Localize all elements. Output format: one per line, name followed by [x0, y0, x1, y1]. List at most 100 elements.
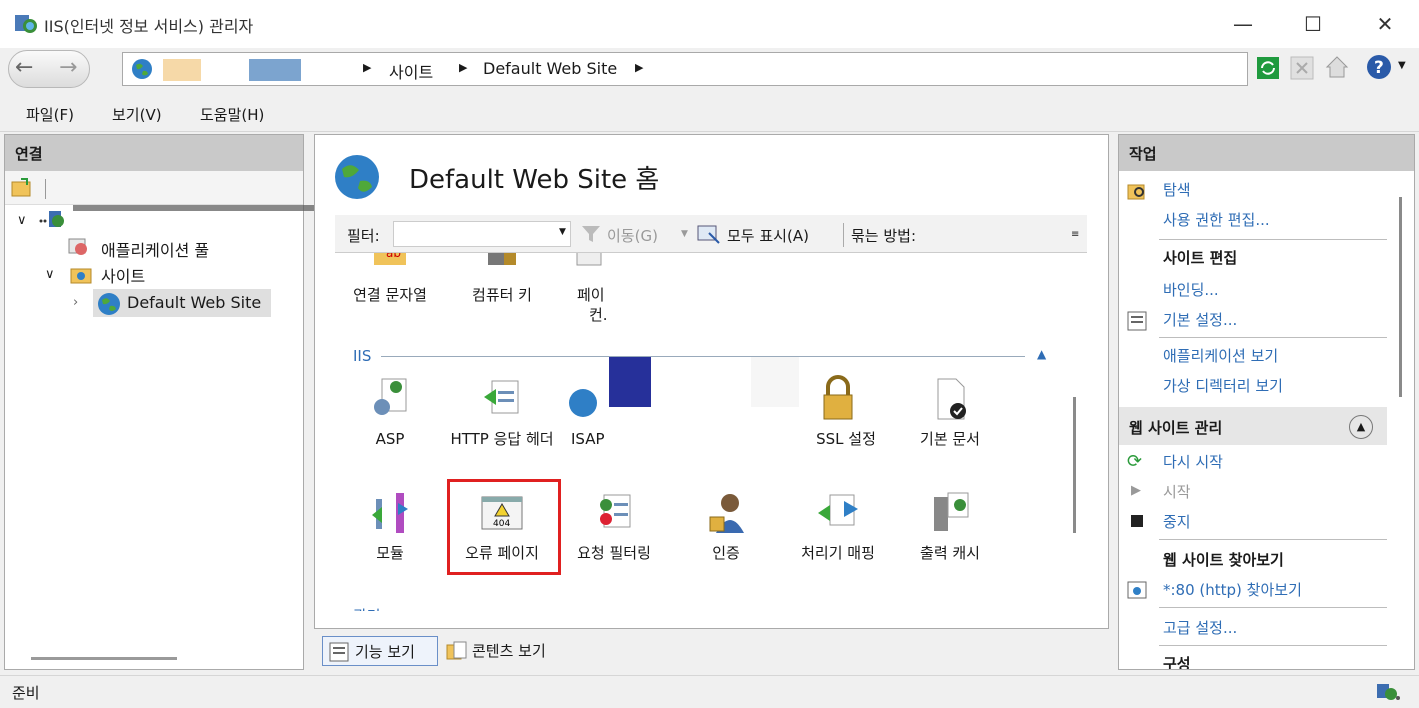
feature-asp[interactable]: ASP	[335, 375, 445, 449]
explore-icon	[1127, 181, 1147, 201]
action-stop[interactable]: 중지	[1163, 511, 1191, 532]
menu-view[interactable]: 보기(V)	[112, 104, 162, 125]
section-edit-site: 사이트 편집	[1163, 249, 1238, 267]
page-controls-icon	[565, 253, 613, 279]
breadcrumb-arrow-icon[interactable]: ▶	[459, 61, 467, 74]
feature-error-pages[interactable]: 404 오류 페이지	[447, 489, 557, 563]
connect-icon[interactable]	[11, 177, 33, 197]
maximize-icon[interactable]: ☐	[1290, 8, 1336, 40]
feature-label: 출력 캐시	[920, 544, 980, 562]
expand-chevron-icon[interactable]: ∨	[45, 267, 55, 282]
action-bindings[interactable]: 바인딩...	[1163, 279, 1219, 300]
back-arrow-icon[interactable]: ←	[15, 55, 45, 83]
close-icon[interactable]: ✕	[1362, 8, 1408, 40]
tree-item-default-site-selected[interactable]: Default Web Site	[93, 289, 271, 317]
feature-authentication[interactable]: 인증	[671, 489, 781, 563]
modules-icon	[366, 489, 414, 537]
vertical-scrollbar[interactable]	[1073, 397, 1076, 533]
menu-bar: 파일(F) 보기(V) 도움말(H)	[0, 94, 1419, 132]
refresh-icon[interactable]	[1256, 56, 1280, 80]
menu-help[interactable]: 도움말(H)	[200, 104, 264, 125]
action-view-applications[interactable]: 애플리케이션 보기	[1163, 345, 1278, 366]
feature-label: 기본 문서	[920, 430, 980, 448]
action-advanced-settings[interactable]: 고급 설정...	[1163, 617, 1237, 638]
collapse-section-icon[interactable]: ▲	[1349, 415, 1373, 439]
action-restart[interactable]: 다시 시작	[1163, 451, 1223, 472]
action-basic-settings[interactable]: 기본 설정...	[1163, 309, 1237, 330]
feature-modules[interactable]: 모듈	[335, 489, 445, 563]
stop-icon[interactable]	[1290, 56, 1314, 80]
features-view-icon	[329, 642, 349, 662]
help-dropdown-icon[interactable]: ▼	[1398, 60, 1406, 71]
help-icon[interactable]: ?	[1366, 54, 1392, 80]
window-title: IIS(인터넷 정보 서비스) 관리자	[44, 17, 254, 36]
forward-arrow-icon[interactable]: →	[59, 55, 89, 83]
globe-icon	[131, 58, 153, 80]
app-pools-icon	[67, 235, 89, 257]
server-name-mask	[73, 205, 321, 211]
action-view-virtual-directories[interactable]: 가상 디렉터리 보기	[1163, 375, 1283, 396]
action-explore[interactable]: 탐색	[1163, 179, 1191, 200]
network-status-icon	[1376, 682, 1402, 702]
home-icon[interactable]	[1324, 54, 1350, 80]
feature-default-document[interactable]: 기본 문서	[895, 375, 1005, 449]
go-dropdown-icon[interactable]: ▼	[681, 229, 688, 239]
group-by-label[interactable]: 묶는 방법:	[851, 225, 916, 246]
expand-chevron-icon[interactable]: ›	[73, 295, 78, 310]
feature-label: 연결 문자열	[353, 286, 427, 304]
feature-output-caching[interactable]: 출력 캐시	[895, 489, 1005, 563]
default-document-icon	[926, 375, 974, 423]
separator	[1159, 539, 1387, 540]
breadcrumb-arrow-icon[interactable]: ▶	[363, 61, 371, 74]
action-edit-permissions[interactable]: 사용 권한 편집...	[1163, 209, 1270, 230]
menu-file[interactable]: 파일(F)	[26, 104, 74, 125]
redacted-block	[249, 59, 301, 81]
go-button[interactable]: 이동(G)	[607, 225, 658, 246]
feature-label: 처리기 매핑	[801, 544, 875, 562]
vertical-scrollbar[interactable]	[1399, 197, 1402, 397]
iis-app-icon	[14, 12, 38, 34]
minimize-icon[interactable]: —	[1220, 8, 1266, 40]
tab-features-view[interactable]: 기능 보기	[322, 636, 438, 666]
content-view-icon	[446, 641, 468, 661]
tree-item-app-pools[interactable]: 애플리케이션 풀	[101, 237, 209, 261]
breadcrumb-arrow-icon[interactable]: ▶	[635, 61, 643, 74]
redacted-block	[163, 59, 201, 81]
section-manage-website: 웹 사이트 관리	[1129, 419, 1223, 437]
asp-icon	[366, 375, 414, 423]
svg-text:ab: ab	[386, 253, 401, 260]
feature-label: 페이	[577, 286, 605, 304]
collapse-group-icon[interactable]: ▲	[1037, 347, 1046, 361]
filter-label: 필터:	[347, 227, 380, 245]
show-all-icon[interactable]	[697, 223, 721, 245]
group-header-iis: IIS	[353, 347, 372, 365]
toolbar-overflow-icon[interactable]: ≡	[1071, 229, 1079, 240]
feature-http-response-headers[interactable]: HTTP 응답 헤더	[447, 375, 557, 449]
tab-label: 기능 보기	[355, 643, 415, 661]
action-start[interactable]: 시작	[1163, 481, 1191, 502]
section-configure: 구성	[1163, 655, 1191, 670]
breadcrumb-site[interactable]: Default Web Site	[483, 59, 617, 78]
center-panel: Default Web Site 홈 필터: ▼ 이동(G) ▼ 모두 표시(A…	[314, 134, 1109, 629]
action-browse-80[interactable]: *:80 (http) 찾아보기	[1163, 579, 1302, 600]
feature-handler-mappings[interactable]: 처리기 매핑	[783, 489, 893, 563]
feature-ssl-settings[interactable]: SSL 설정	[783, 375, 893, 449]
tab-content-view[interactable]: 콘텐츠 보기	[444, 636, 574, 666]
filter-input[interactable]	[393, 221, 571, 247]
feature-label: ISAP	[571, 430, 605, 448]
basic-settings-icon	[1127, 311, 1147, 331]
feature-page-controls[interactable]: 페이 컨.	[541, 253, 631, 325]
horizontal-scrollbar[interactable]	[31, 657, 177, 660]
feature-request-filtering[interactable]: 요청 필터링	[559, 489, 669, 563]
go-filter-icon[interactable]	[581, 225, 601, 243]
expand-chevron-icon[interactable]: ∨	[17, 213, 27, 228]
feature-label: 컨.	[589, 306, 608, 324]
address-bar[interactable]: ▶ 사이트 ▶ Default Web Site ▶	[122, 52, 1248, 86]
features-view: ab 연결 문자열 컴퓨터 키 페이 컨. IIS ▲ ASP HTTP 응답 …	[335, 253, 1087, 611]
breadcrumb-sites[interactable]: 사이트	[389, 59, 433, 83]
show-all-button[interactable]: 모두 표시(A)	[727, 225, 809, 246]
tree-item-sites[interactable]: 사이트	[101, 263, 145, 287]
filter-dropdown-icon[interactable]: ▼	[559, 227, 566, 237]
handler-mappings-icon	[814, 489, 862, 537]
feature-connection-strings[interactable]: ab 연결 문자열	[335, 253, 445, 305]
